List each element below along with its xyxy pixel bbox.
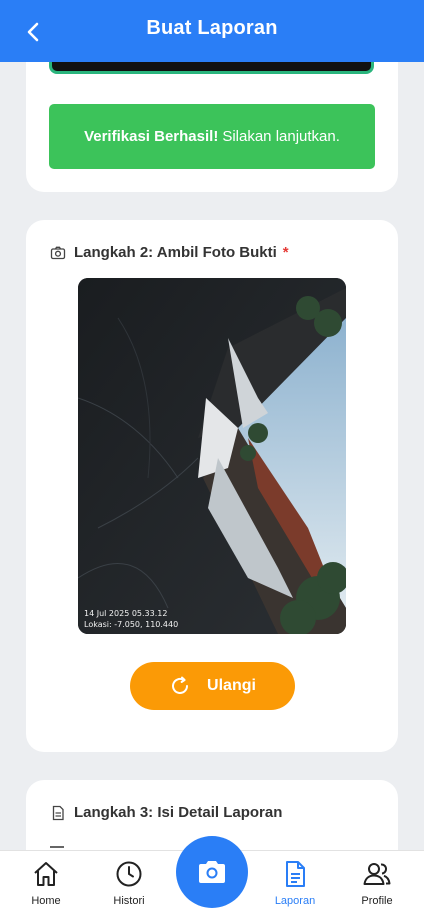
photo-location: Lokasi: -7.050, 110.440 xyxy=(84,620,179,629)
face-camera-preview xyxy=(49,62,374,74)
form-scroll-area[interactable]: Verifikasi Berhasil! Silakan lanjutkan. … xyxy=(0,62,424,850)
report-document-icon xyxy=(280,859,310,889)
step3-heading: Langkah 3: Isi Detail Laporan xyxy=(50,804,282,821)
nav-profile[interactable]: Profile xyxy=(342,859,412,907)
nav-home[interactable]: Home xyxy=(11,859,81,907)
document-icon xyxy=(50,805,66,821)
nav-histori-label: Histori xyxy=(113,895,145,907)
nav-profile-label: Profile xyxy=(361,895,393,907)
nav-laporan-label: Laporan xyxy=(274,895,316,907)
nav-laporan[interactable]: Laporan xyxy=(260,859,330,907)
step3-title: Langkah 3: Isi Detail Laporan xyxy=(74,804,283,821)
photo-timestamp: 14 Jul 2025 05.33.12 xyxy=(84,609,168,618)
step2-title: Langkah 2: Ambil Foto Bukti xyxy=(74,244,277,261)
app-bar: Buat Laporan xyxy=(0,0,424,62)
evidence-photo-image xyxy=(78,278,346,634)
nav-histori[interactable]: Histori xyxy=(94,859,164,907)
evidence-photo[interactable]: 14 Jul 2025 05.33.12 Lokasi: -7.050, 110… xyxy=(78,278,346,634)
refresh-icon xyxy=(169,675,191,697)
retake-label: Ulangi xyxy=(207,677,256,694)
camera-icon xyxy=(50,245,66,261)
page-title: Buat Laporan xyxy=(146,17,278,39)
verification-success-title: Verifikasi Berhasil! xyxy=(84,128,219,145)
users-icon xyxy=(362,859,392,889)
photo-step-card: Langkah 2: Ambil Foto Bukti * 14 Jul 202… xyxy=(26,220,398,752)
required-marker: * xyxy=(282,244,289,261)
photo-watermark: 14 Jul 2025 05.33.12 Lokasi: -7.050, 110… xyxy=(84,608,178,630)
step2-heading: Langkah 2: Ambil Foto Bukti * xyxy=(50,244,289,261)
home-icon xyxy=(31,859,61,889)
verification-success-banner: Verifikasi Berhasil! Silakan lanjutkan. xyxy=(49,104,375,169)
retake-button[interactable]: Ulangi xyxy=(130,662,295,710)
verification-card: Verifikasi Berhasil! Silakan lanjutkan. xyxy=(26,62,398,192)
clock-icon xyxy=(114,859,144,889)
camera-icon xyxy=(199,861,225,883)
nav-home-label: Home xyxy=(31,895,61,907)
camera-fab-button[interactable] xyxy=(176,836,248,908)
verification-success-message: Silakan lanjutkan. xyxy=(222,128,340,145)
